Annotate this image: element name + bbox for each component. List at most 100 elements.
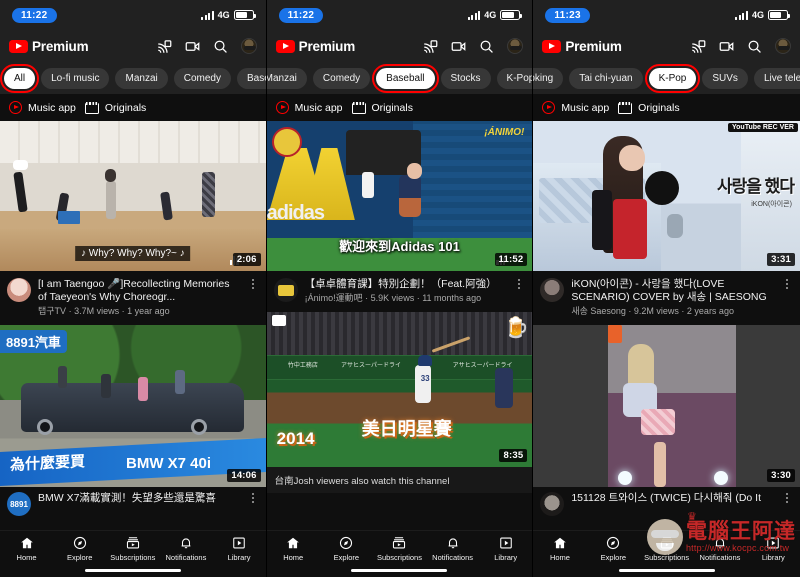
cast-icon[interactable] xyxy=(691,39,706,54)
cast-icon[interactable] xyxy=(157,39,172,54)
three-phone-screenshots: 11:22 4G Premium All Lo-fi music Manzai xyxy=(0,0,800,577)
shelf-item-originals[interactable]: Originals xyxy=(618,102,680,114)
nav-item-notifications[interactable]: Notifications xyxy=(693,536,746,562)
nav-item-notifications[interactable]: Notifications xyxy=(426,536,479,562)
search-icon[interactable] xyxy=(747,39,762,54)
video-thumbnail[interactable]: YouTube REC VER 사랑을 했다 iKON(아이콘) 3:31 xyxy=(533,121,800,271)
nav-item-explore[interactable]: Explore xyxy=(587,536,640,562)
video-title[interactable]: [I am Taengoo 🎤]Recollecting Memories of… xyxy=(38,278,240,304)
app-bar: Premium xyxy=(266,30,533,62)
category-chip-row[interactable]: oking Tai chi-yuan K-Pop SUVs Live telev… xyxy=(533,62,800,94)
nav-item-library[interactable]: Library xyxy=(479,536,532,562)
nav-item-library[interactable]: Library xyxy=(213,536,266,562)
more-options-icon[interactable] xyxy=(513,278,525,304)
add-video-icon[interactable] xyxy=(451,39,466,54)
add-video-icon[interactable] xyxy=(185,39,200,54)
chip-suvs[interactable]: SUVs xyxy=(702,67,748,89)
video-title[interactable]: 151128 트와이스 (TWICE) 다시해줘 (Do It xyxy=(571,492,774,505)
chip-baseball[interactable]: Baseball xyxy=(372,63,439,93)
shelf-item-music-app[interactable]: Music app xyxy=(275,101,343,114)
video-title[interactable]: 【卓卓體育課】特別企劃！（Feat.阿強） xyxy=(305,278,507,291)
channel-avatar[interactable] xyxy=(540,278,565,302)
chip-manzai-partial[interactable]: Manzai xyxy=(266,67,307,89)
chip-manzai[interactable]: Manzai xyxy=(115,67,168,89)
video-thumbnail[interactable]: 竹中工務店 アサヒスーパードライ アサヒスーパードライ 33 🍺 2014 美日… xyxy=(266,312,533,467)
category-chip-row[interactable]: Manzai Comedy Baseball Stocks K-Pop xyxy=(266,62,533,94)
bottom-navigation[interactable]: Home Explore Subscriptions Notifications… xyxy=(266,530,533,577)
nav-item-home[interactable]: Home xyxy=(267,536,320,562)
channel-avatar[interactable]: 8891 xyxy=(7,492,31,516)
chip-baseball-partial[interactable]: Baseb xyxy=(236,67,266,89)
signal-icon xyxy=(467,10,481,20)
chip-all[interactable]: All xyxy=(0,63,40,93)
chip-live-television-partial[interactable]: Live televis xyxy=(753,67,800,89)
bottom-navigation[interactable]: Home Explore Subscriptions Notifications… xyxy=(533,530,800,577)
chip-kpop[interactable]: K-Pop xyxy=(644,63,701,93)
chip-lofi-music[interactable]: Lo-fi music xyxy=(41,67,110,89)
chip-comedy[interactable]: Comedy xyxy=(312,67,371,89)
search-icon[interactable] xyxy=(479,39,494,54)
nav-item-notifications[interactable]: Notifications xyxy=(159,536,212,562)
nav-item-explore[interactable]: Explore xyxy=(53,536,106,562)
shelf-item-music-app[interactable]: Music app xyxy=(9,101,76,114)
video-thumbnail[interactable]: 3:30 xyxy=(533,325,800,487)
shelf-item-music-app[interactable]: Music app xyxy=(542,101,609,114)
avatar[interactable] xyxy=(240,38,257,54)
chip-kpop[interactable]: K-Pop xyxy=(496,67,533,89)
youtube-premium-brand[interactable]: Premium xyxy=(9,39,89,54)
video-card[interactable]: 8891汽車 為什麼要買 BMW X7 40i 14:06 8891 BMW X… xyxy=(0,325,266,524)
video-title[interactable]: BMW X7滿載實測！失望多些還是驚喜 xyxy=(38,492,240,505)
home-indicator xyxy=(84,568,181,572)
nav-label: Notifications xyxy=(699,552,741,562)
more-options-icon[interactable] xyxy=(247,492,259,516)
nav-item-subscriptions[interactable]: Subscriptions xyxy=(373,536,426,562)
chip-cooking-partial[interactable]: oking xyxy=(533,67,564,89)
video-thumbnail[interactable]: adidas ¡ÁNIMO! 歡迎來到Adidas 101 11:52 xyxy=(266,121,533,271)
battery-icon xyxy=(233,10,256,20)
bottom-navigation[interactable]: Home Explore Subscriptions Notifications… xyxy=(0,530,266,577)
video-feed[interactable]: ♪ Why? Why? Why?~ ♪ 2:06 [I am Taengoo 🎤… xyxy=(0,121,266,530)
youtube-premium-brand[interactable]: Premium xyxy=(542,39,622,54)
shelf-item-originals[interactable]: Originals xyxy=(84,102,146,114)
related-channel-strip[interactable]: 台南Josh viewers also watch this channel xyxy=(266,467,533,493)
channel-avatar[interactable] xyxy=(540,492,565,516)
chip-stocks[interactable]: Stocks xyxy=(440,67,491,89)
nav-item-subscriptions[interactable]: Subscriptions xyxy=(640,536,693,562)
more-options-icon[interactable] xyxy=(247,278,259,317)
cast-icon[interactable] xyxy=(423,39,438,54)
video-card[interactable]: ♪ Why? Why? Why?~ ♪ 2:06 [I am Taengoo 🎤… xyxy=(0,121,266,325)
video-card[interactable]: adidas ¡ÁNIMO! 歡迎來到Adidas 101 11:52 【卓卓體… xyxy=(266,121,533,312)
app-bar-actions xyxy=(423,38,524,54)
video-feed[interactable]: adidas ¡ÁNIMO! 歡迎來到Adidas 101 11:52 【卓卓體… xyxy=(266,121,533,530)
category-chip-row[interactable]: All Lo-fi music Manzai Comedy Baseb xyxy=(0,62,266,94)
nav-item-library[interactable]: Library xyxy=(747,536,800,562)
avatar[interactable] xyxy=(507,38,524,54)
nav-item-home[interactable]: Home xyxy=(0,536,53,562)
search-icon[interactable] xyxy=(213,39,228,54)
nav-item-home[interactable]: Home xyxy=(533,536,586,562)
chip-comedy[interactable]: Comedy xyxy=(173,67,231,89)
video-card[interactable]: 3:30 151128 트와이스 (TWICE) 다시해줘 (Do It xyxy=(533,325,800,524)
video-thumbnail[interactable]: ♪ Why? Why? Why?~ ♪ 2:06 xyxy=(0,121,266,271)
add-video-icon[interactable] xyxy=(719,39,734,54)
status-bar: 11:22 4G xyxy=(266,0,533,30)
channel-avatar[interactable] xyxy=(273,278,298,302)
shelf-item-originals[interactable]: Originals xyxy=(351,102,413,114)
video-thumbnail[interactable]: 8891汽車 為什麼要買 BMW X7 40i 14:06 xyxy=(0,325,266,487)
chip-tai-chi-yuan[interactable]: Tai chi-yuan xyxy=(569,67,643,89)
more-options-icon[interactable] xyxy=(781,492,793,516)
video-title[interactable]: iKON(아이콘) - 사랑을 했다(LOVE SCENARIO) COVER … xyxy=(571,278,774,304)
more-options-icon[interactable] xyxy=(781,278,793,317)
channel-avatar[interactable] xyxy=(7,278,31,302)
video-card[interactable]: 竹中工務店 アサヒスーパードライ アサヒスーパードライ 33 🍺 2014 美日… xyxy=(266,312,533,493)
video-card[interactable]: YouTube REC VER 사랑을 했다 iKON(아이콘) 3:31 iK… xyxy=(533,121,800,325)
video-feed[interactable]: YouTube REC VER 사랑을 했다 iKON(아이콘) 3:31 iK… xyxy=(533,121,800,530)
youtube-premium-brand[interactable]: Premium xyxy=(275,39,355,54)
nav-item-subscriptions[interactable]: Subscriptions xyxy=(106,536,159,562)
thumbnail-overlay-text2: 美日明星賽 xyxy=(361,419,452,439)
status-indicators: 4G xyxy=(201,10,256,20)
nav-item-explore[interactable]: Explore xyxy=(320,536,373,562)
avatar[interactable] xyxy=(774,38,791,54)
signal-icon xyxy=(735,10,748,20)
shelf-label: Music app xyxy=(561,101,610,114)
